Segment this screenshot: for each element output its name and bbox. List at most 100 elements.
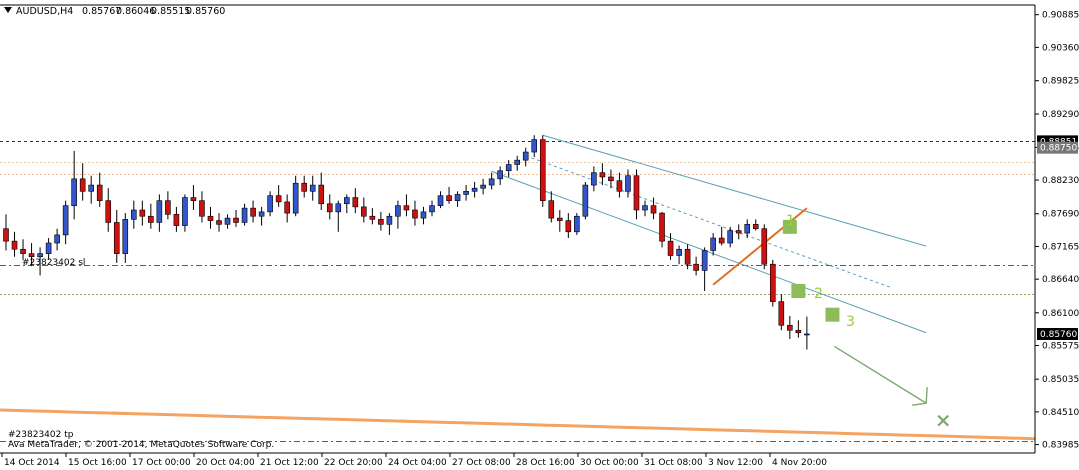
- bear-candle-body: [369, 215, 376, 220]
- bear-candle-body: [301, 182, 308, 192]
- bear-candle-body: [693, 263, 699, 271]
- bear-candle-body: [361, 206, 367, 217]
- x-tick-label: 3 Nov 12:00: [708, 458, 763, 468]
- bear-candle-body: [233, 217, 239, 223]
- bear-candle-body: [667, 240, 674, 256]
- bull-candle-body: [420, 211, 427, 219]
- y-tick-label: 0.87165: [1042, 242, 1079, 252]
- bull-candle-body: [182, 197, 188, 226]
- y-tick-label: 0.89290: [1042, 110, 1079, 120]
- bull-candle-body: [676, 248, 682, 256]
- signal-square-marker: [791, 283, 806, 298]
- x-tick-label: 30 Oct 00:00: [580, 458, 639, 468]
- bear-candle-body: [326, 203, 333, 213]
- x-tick-label: 20 Oct 04:00: [196, 458, 255, 468]
- bear-candle-body: [403, 205, 410, 211]
- header-close: 0.85760: [186, 6, 225, 17]
- signal-square-marker: [825, 307, 840, 322]
- bear-candle-body: [650, 205, 657, 214]
- bear-candle-body: [735, 230, 742, 234]
- chart-background: [0, 0, 1079, 470]
- y-tick-label: 0.89825: [1042, 77, 1079, 87]
- bear-candle-body: [684, 248, 691, 265]
- x-tick-label: 22 Oct 20:00: [324, 458, 383, 468]
- take-profit-label: #23823402 tp: [8, 430, 74, 440]
- bull-candle-body: [45, 242, 52, 254]
- bear-candle-body: [3, 228, 9, 242]
- bear-candle-body: [199, 200, 205, 217]
- bear-candle-body: [173, 214, 180, 226]
- bull-candle-body: [454, 194, 461, 201]
- bull-candle-body: [335, 203, 342, 213]
- bear-candle-body: [608, 176, 614, 182]
- bull-candle-body: [514, 159, 521, 165]
- bear-candle-body: [769, 263, 776, 302]
- y-tick-label: 0.88230: [1042, 176, 1079, 186]
- bear-candle-body: [190, 197, 197, 201]
- bear-candle-body: [165, 200, 171, 215]
- y-tick-label: 0.85575: [1042, 342, 1079, 352]
- bull-candle-body: [642, 205, 648, 211]
- candle: [761, 224, 768, 270]
- bull-candle-body: [267, 195, 273, 213]
- y-tick-label: 0.86640: [1042, 275, 1079, 285]
- x-tick-label: 15 Oct 16:00: [68, 458, 127, 468]
- price-chart[interactable]: 0.908850.903600.898250.892900.887550.882…: [0, 0, 1079, 470]
- bull-candle-body: [480, 184, 486, 189]
- annotation-number: 1: [786, 213, 795, 229]
- bear-candle-body: [548, 200, 555, 219]
- bear-candle-body: [275, 195, 282, 203]
- bull-candle-body: [471, 187, 478, 192]
- header-symbol: AUDUSD,H4: [16, 6, 73, 17]
- bear-candle-body: [216, 220, 222, 225]
- annotation-number: 3: [846, 314, 855, 330]
- bull-candle-body: [505, 164, 512, 172]
- bull-candle-body: [437, 195, 444, 206]
- x-tick-label: 14 Oct 2014: [4, 458, 60, 468]
- candle: [539, 135, 546, 207]
- bull-candle-body: [54, 234, 60, 244]
- bear-candle-body: [787, 324, 793, 331]
- bull-candle-body: [488, 178, 495, 186]
- bull-candle-body: [804, 333, 810, 336]
- bear-candle-body: [352, 197, 359, 208]
- bear-candle-body: [761, 228, 768, 265]
- annotation-number: 2: [814, 286, 823, 302]
- bear-candle-body: [11, 240, 18, 250]
- bull-candle-body: [88, 184, 94, 192]
- candle: [582, 181, 589, 220]
- header-low: 0.85515: [151, 6, 190, 17]
- y-tick-label: 0.90885: [1042, 11, 1079, 21]
- bear-candle-body: [20, 248, 26, 254]
- x-tick-label: 28 Oct 16:00: [516, 458, 575, 468]
- y-tick-label: 0.84510: [1042, 408, 1079, 418]
- bear-candle-body: [207, 215, 214, 221]
- bull-candle-body: [497, 170, 503, 180]
- bull-candle-body: [386, 215, 393, 225]
- bear-candle-body: [778, 301, 785, 326]
- bull-candle-body: [727, 230, 734, 244]
- bear-candle-body: [28, 253, 35, 258]
- bull-candle-body: [258, 211, 265, 217]
- bear-candle-body: [139, 209, 146, 217]
- candle: [769, 259, 776, 307]
- bear-candle-body: [378, 219, 384, 225]
- bull-candle-body: [625, 175, 631, 192]
- y-tick-label: 0.87690: [1042, 210, 1079, 220]
- bull-candle-body: [574, 215, 580, 233]
- price-tag-label: 0.88750: [1040, 144, 1077, 154]
- bear-candle-body: [795, 329, 802, 334]
- bear-candle-body: [633, 175, 640, 211]
- bear-candle-body: [659, 212, 665, 242]
- bear-candle-body: [556, 217, 563, 221]
- bull-candle-body: [122, 219, 129, 254]
- bull-candle-body: [241, 207, 248, 223]
- bull-candle-body: [292, 182, 299, 214]
- bear-candle-body: [250, 207, 256, 217]
- stop-loss-label: #23823402 sl: [22, 258, 85, 268]
- header-high: 0.86046: [116, 6, 155, 17]
- bull-candle-body: [429, 205, 435, 213]
- broker-copyright: Ava MetaTrader, © 2001-2014, MetaQuotes …: [8, 440, 274, 450]
- bear-candle-body: [752, 224, 759, 229]
- bull-candle-body: [309, 184, 316, 192]
